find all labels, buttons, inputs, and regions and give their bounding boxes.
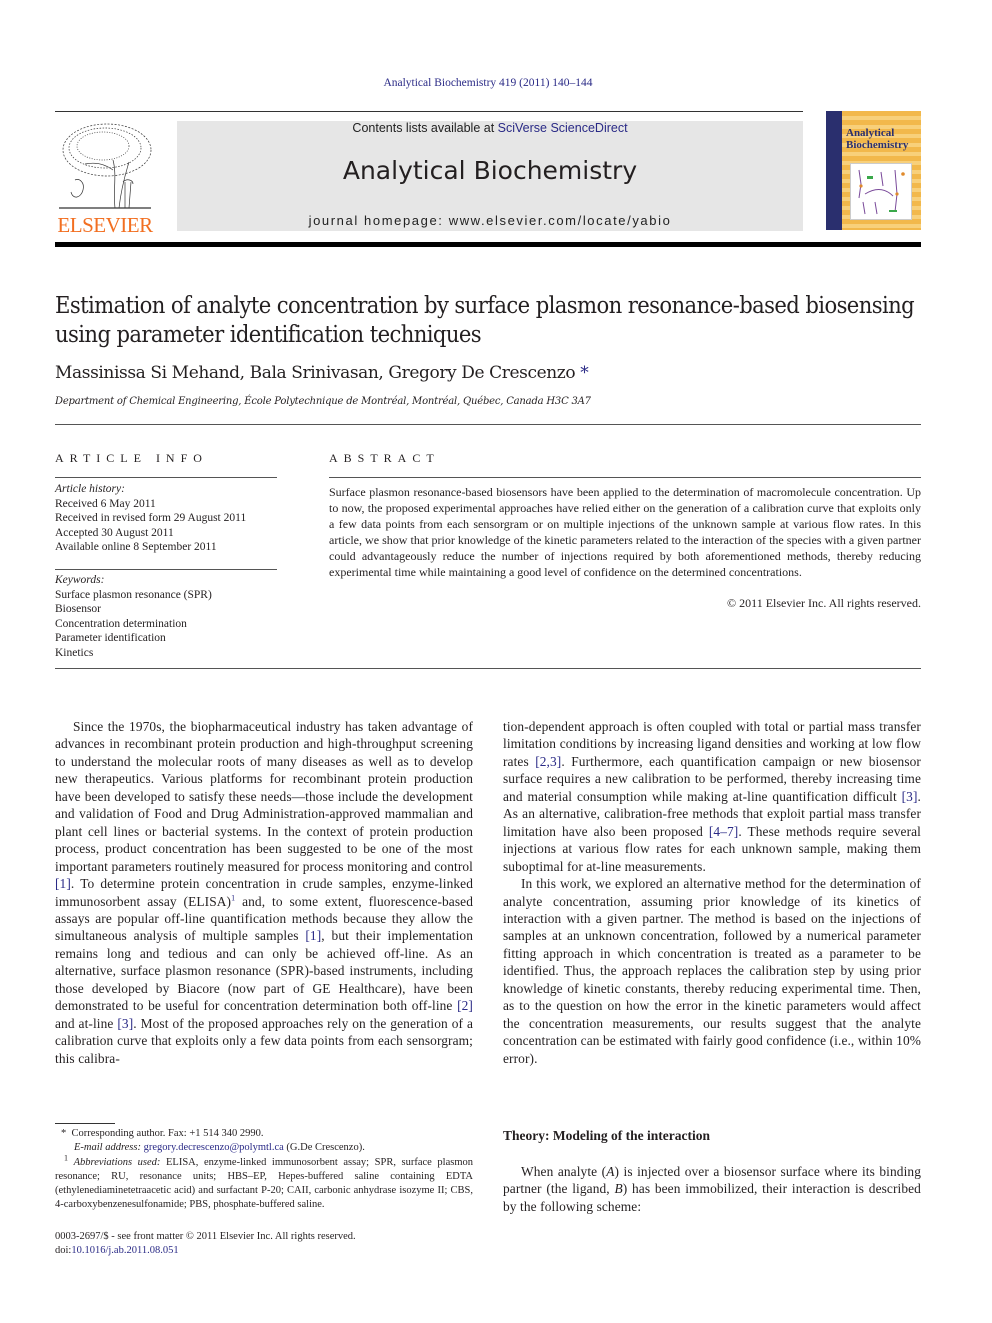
abstract-text: Surface plasmon resonance-based biosenso… xyxy=(329,485,921,579)
footnotes: * Corresponding author. Fax: +1 514 340 … xyxy=(55,1127,473,1213)
citation-link[interactable]: [3] xyxy=(117,1016,133,1031)
elsevier-wordmark: ELSEVIER xyxy=(57,213,153,237)
keyword-item: Concentration determination xyxy=(55,617,187,630)
elsevier-tree-icon xyxy=(55,120,155,212)
body-column-left: Since the 1970s, the biopharmaceutical i… xyxy=(55,718,473,1067)
keyword-item: Surface plasmon resonance (SPR) xyxy=(55,588,212,601)
cover-diagram-icon xyxy=(858,169,905,215)
journal-homepage: journal homepage: www.elsevier.com/locat… xyxy=(177,213,803,228)
journal-cover-image[interactable]: Analytical Biochemistry xyxy=(826,111,921,230)
text-run: . Furthermore, each quantification campa… xyxy=(503,753,921,804)
author-list: Massinissa Si Mehand, Bala Srinivasan, G… xyxy=(55,363,589,383)
keyword-item: Biosensor xyxy=(55,603,101,615)
citation-link[interactable]: [2] xyxy=(457,998,473,1013)
homepage-prefix: journal homepage: xyxy=(308,213,449,228)
history-revised: Received in revised form 29 August 2011 xyxy=(55,512,247,524)
abbreviations-label: Abbreviations used: xyxy=(73,1156,161,1168)
cover-title-line2: Biochemistry xyxy=(846,139,909,151)
elsevier-logo[interactable]: ELSEVIER xyxy=(55,120,155,237)
footnote-rule xyxy=(55,1123,115,1124)
authors-text: Massinissa Si Mehand, Bala Srinivasan, G… xyxy=(55,363,576,383)
cover-figure xyxy=(850,163,912,220)
footnote-text: Corresponding author. Fax: +1 514 340 29… xyxy=(71,1128,264,1139)
corresponding-author-mark[interactable]: * xyxy=(580,363,589,383)
intro-paragraph-2: In this work, we explored an alternative… xyxy=(503,876,921,1066)
citation-link[interactable]: [1] xyxy=(305,928,321,943)
abstract-divider xyxy=(329,477,921,478)
doi-line: doi:10.1016/j.ab.2011.08.051 xyxy=(55,1244,356,1258)
header-top-rule xyxy=(55,111,803,112)
abstract-bottom-divider xyxy=(55,668,921,669)
theory-paragraph: When analyte (A) is injected over a bios… xyxy=(503,1163,921,1215)
journal-title: Analytical Biochemistry xyxy=(342,156,638,185)
text-run: When analyte ( xyxy=(521,1164,607,1179)
footnote-corresponding: * Corresponding author. Fax: +1 514 340 … xyxy=(55,1127,473,1141)
doi-link[interactable]: 10.1016/j.ab.2011.08.051 xyxy=(71,1245,178,1256)
footnote-mark: 1 xyxy=(64,1153,68,1163)
text-run: Since the 1970s, the biopharmaceutical i… xyxy=(55,719,473,874)
front-matter: 0003-2697/$ - see front matter © 2011 El… xyxy=(55,1230,356,1259)
email-label: E-mail address: xyxy=(74,1142,144,1154)
history-label: Article history: xyxy=(55,483,125,495)
article-title: Estimation of analyte concentration by s… xyxy=(55,291,915,348)
footnote-abbreviations: 1 Abbreviations used: ELISA, enzyme-link… xyxy=(55,1153,473,1213)
citation-link[interactable]: [1] xyxy=(55,876,71,891)
article-info-divider xyxy=(55,477,277,478)
variable-b: B xyxy=(614,1181,623,1197)
history-accepted: Accepted 30 August 2011 xyxy=(55,526,174,539)
affiliation: Department of Chemical Engineering, Écol… xyxy=(55,396,591,407)
history-online: Available online 8 September 2011 xyxy=(55,541,217,553)
citation-link[interactable]: [2,3] xyxy=(535,754,561,769)
keywords-divider xyxy=(55,569,277,570)
cover-spine xyxy=(826,111,842,230)
email-link[interactable]: gregory.decrescenzo@polymtl.ca xyxy=(144,1142,284,1153)
intro-paragraph-1: Since the 1970s, the biopharmaceutical i… xyxy=(55,718,473,1067)
body-column-right: tion-dependent approach is often coupled… xyxy=(503,718,921,1067)
citation-link[interactable]: [4–7] xyxy=(709,824,739,839)
contents-prefix: Contents lists available at xyxy=(352,121,498,135)
article-info-heading: ARTICLE INFO xyxy=(55,451,208,465)
history-received: Received 6 May 2011 xyxy=(55,497,156,510)
email-suffix: (G.De Crescenzo). xyxy=(283,1142,365,1154)
homepage-url[interactable]: www.elsevier.com/locate/yabio xyxy=(449,213,672,228)
title-divider xyxy=(55,424,921,425)
keyword-item: Parameter identification xyxy=(55,632,166,644)
intro-paragraph-1-continued: tion-dependent approach is often coupled… xyxy=(503,718,921,875)
issn-line: 0003-2697/$ - see front matter © 2011 El… xyxy=(55,1231,356,1242)
keywords: Keywords: Surface plasmon resonance (SPR… xyxy=(55,573,277,660)
keywords-label: Keywords: xyxy=(55,574,105,586)
cover-title-line1: Analytical xyxy=(846,127,895,139)
doi-label: doi: xyxy=(55,1245,72,1257)
text-run: and at-line xyxy=(55,1015,118,1031)
journal-citation[interactable]: Analytical Biochemistry 419 (2011) 140–1… xyxy=(0,77,976,89)
footnote-mark: * xyxy=(61,1128,67,1139)
header-bottom-rule xyxy=(55,242,921,247)
sciencedirect-link[interactable]: SciVerse ScienceDirect xyxy=(498,121,628,135)
article-history: Article history: Received 6 May 2011 Rec… xyxy=(55,482,277,555)
cover-title: Analytical Biochemistry xyxy=(846,127,908,151)
section-heading-theory: Theory: Modeling of the interaction xyxy=(503,1128,710,1143)
abstract-heading: ABSTRACT xyxy=(329,451,440,465)
citation-link[interactable]: [3] xyxy=(902,789,918,804)
keyword-item: Kinetics xyxy=(55,646,94,659)
footnote-email: E-mail address: gregory.decrescenzo@poly… xyxy=(55,1141,473,1155)
abstract-copyright: © 2011 Elsevier Inc. All rights reserved… xyxy=(727,596,921,610)
contents-availability: Contents lists available at SciVerse Sci… xyxy=(177,121,803,135)
